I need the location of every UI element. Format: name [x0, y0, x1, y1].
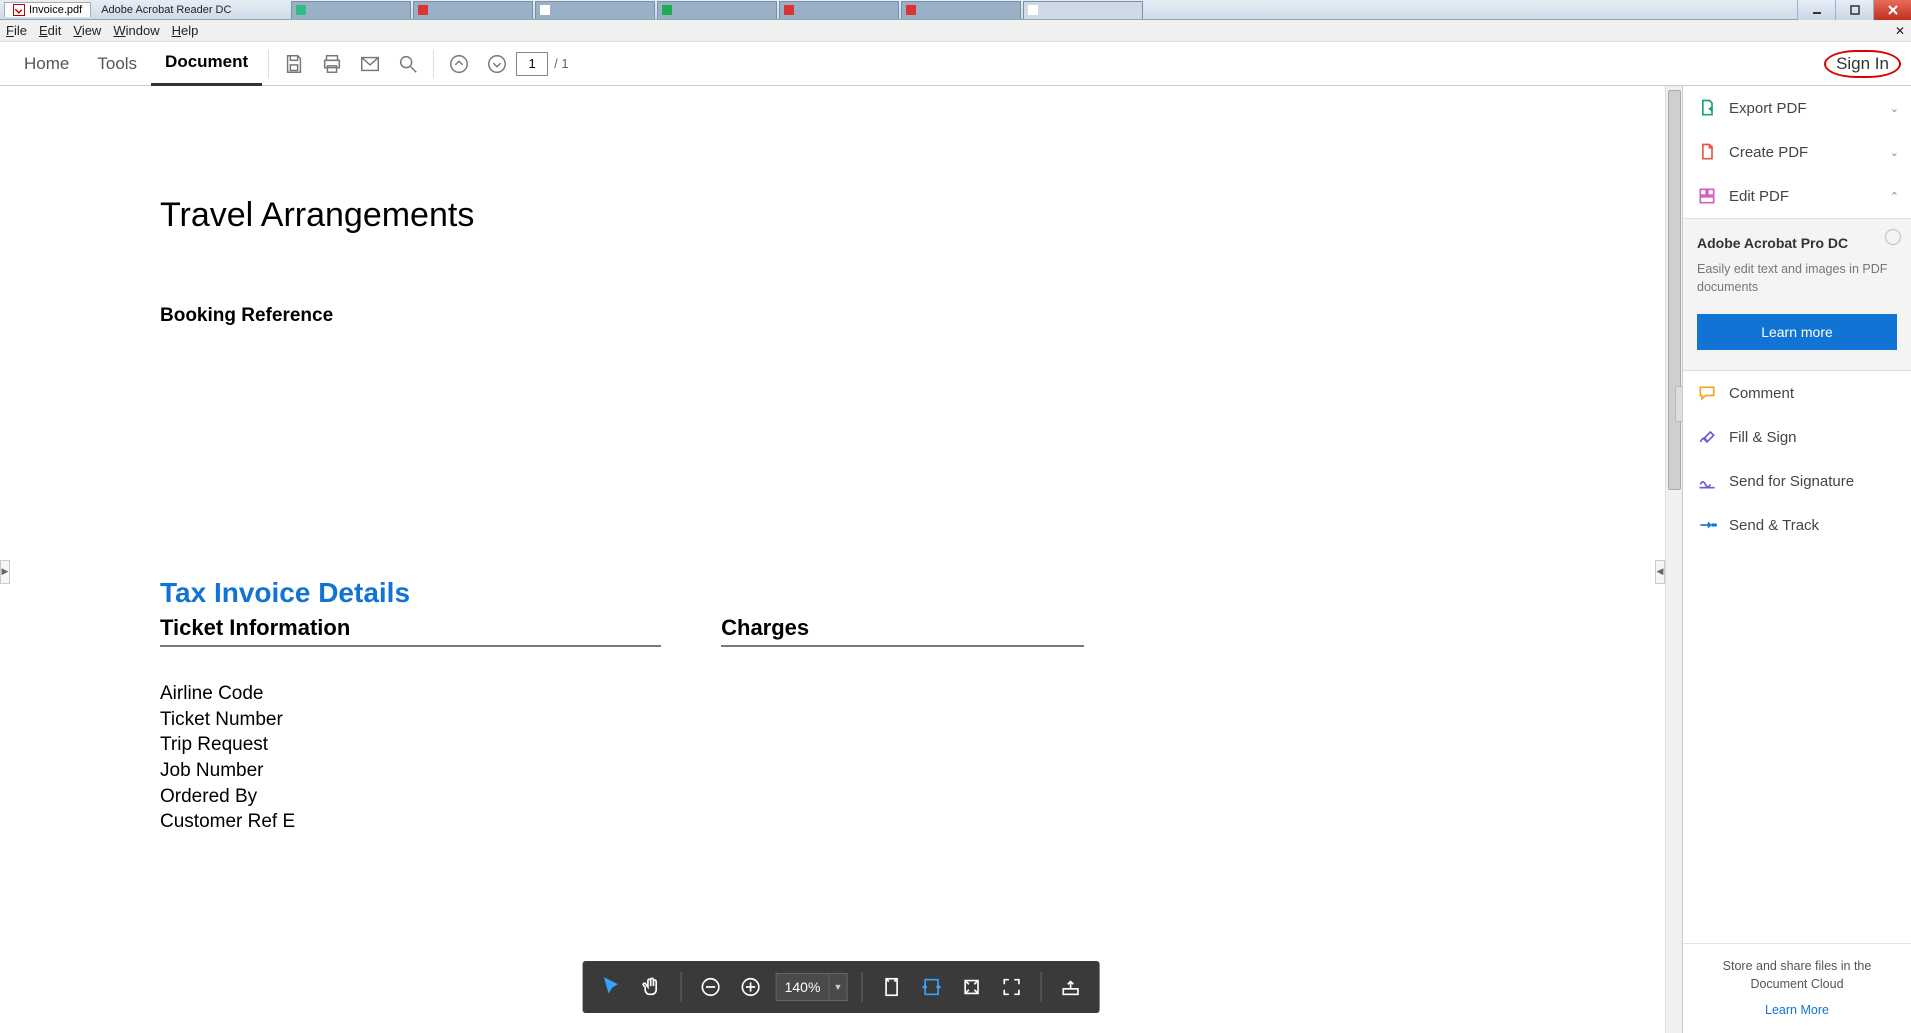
window-minimize-button[interactable]	[1797, 0, 1835, 20]
nav-tools[interactable]: Tools	[83, 42, 151, 86]
export-pdf-icon	[1697, 98, 1717, 118]
learn-more-button[interactable]: Learn more	[1697, 314, 1897, 350]
scrollbar-thumb[interactable]	[1668, 90, 1681, 490]
read-mode-icon[interactable]	[1055, 972, 1085, 1002]
field-label: Job Number	[160, 758, 661, 784]
menu-window[interactable]: Window	[113, 23, 159, 38]
chevron-up-icon: ⌃	[1890, 190, 1899, 203]
booking-reference-label: Booking Reference	[160, 305, 1084, 327]
menu-file[interactable]: File	[6, 23, 27, 38]
doc-heading: Travel Arrangements	[160, 196, 1084, 235]
page-up-icon[interactable]	[446, 51, 472, 77]
tool-label: Send & Track	[1729, 517, 1819, 534]
store-text: Store and share files in the Document Cl…	[1701, 958, 1893, 993]
send-signature-icon	[1697, 471, 1717, 491]
ticket-info-header: Ticket Information	[160, 615, 661, 647]
tools-side-panel: Export PDF ⌄ Create PDF ⌄ Edit PDF ⌃ Ado…	[1683, 86, 1911, 1033]
menu-view[interactable]: View	[73, 23, 101, 38]
field-label: Customer Ref E	[160, 809, 661, 835]
fill-sign-tool[interactable]: Fill & Sign	[1683, 415, 1911, 459]
floating-view-toolbar: 140% ▼	[583, 961, 1100, 1013]
edit-pdf-icon	[1697, 186, 1717, 206]
tool-label: Create PDF	[1729, 144, 1808, 161]
comment-tool[interactable]: Comment	[1683, 371, 1911, 415]
tool-label: Export PDF	[1729, 100, 1807, 117]
pdf-icon	[13, 4, 25, 16]
expand-right-panel-icon[interactable]: ◀	[1655, 560, 1665, 584]
main-toolbar: Home Tools Document / 1 Sign In	[0, 42, 1911, 86]
document-name: Invoice.pdf	[29, 4, 82, 16]
email-icon[interactable]	[357, 51, 383, 77]
promo-text: Easily edit text and images in PDF docum…	[1697, 261, 1897, 296]
window-close-button[interactable]	[1873, 0, 1911, 20]
search-icon[interactable]	[395, 51, 421, 77]
create-pdf-tool[interactable]: Create PDF ⌄	[1683, 130, 1911, 174]
field-label: Ticket Number	[160, 707, 661, 733]
comment-icon	[1697, 383, 1717, 403]
background-browser-tabs	[291, 1, 1143, 19]
print-icon[interactable]	[319, 51, 345, 77]
zoom-level-display[interactable]: 140%	[776, 973, 830, 1001]
zoom-dropdown-icon[interactable]: ▼	[829, 973, 847, 1001]
fit-page-icon[interactable]	[876, 972, 906, 1002]
document-viewport: ▶ ◀ Travel Arrangements Booking Referenc…	[0, 86, 1683, 1033]
fill-sign-icon	[1697, 427, 1717, 447]
page-down-icon[interactable]	[484, 51, 510, 77]
nav-document[interactable]: Document	[151, 42, 262, 86]
field-label: Ordered By	[160, 784, 661, 810]
tax-invoice-heading: Tax Invoice Details	[160, 577, 1084, 609]
hand-tool-icon[interactable]	[637, 972, 667, 1002]
page-total-label: / 1	[554, 56, 568, 71]
menu-help[interactable]: Help	[172, 23, 199, 38]
pdf-page: Travel Arrangements Booking Reference Ta…	[0, 86, 1244, 895]
edit-pdf-tool[interactable]: Edit PDF ⌃	[1683, 174, 1911, 218]
fit-width-icon[interactable]	[916, 972, 946, 1002]
send-track-tool[interactable]: Send & Track	[1683, 503, 1911, 547]
zoom-in-icon[interactable]	[736, 972, 766, 1002]
menu-edit[interactable]: Edit	[39, 23, 61, 38]
tool-label: Edit PDF	[1729, 188, 1789, 205]
globe-icon	[1885, 229, 1901, 245]
create-pdf-icon	[1697, 142, 1717, 162]
chevron-down-icon: ⌄	[1890, 146, 1899, 159]
document-cloud-promo: Store and share files in the Document Cl…	[1683, 943, 1911, 1033]
tool-label: Send for Signature	[1729, 473, 1854, 490]
vertical-scrollbar[interactable]	[1665, 86, 1682, 1033]
menu-bar: File Edit View Window Help ✕	[0, 20, 1911, 42]
scrollbar-grip[interactable]	[1675, 386, 1683, 422]
nav-home[interactable]: Home	[10, 42, 83, 86]
fit-visible-icon[interactable]	[956, 972, 986, 1002]
charges-header: Charges	[721, 615, 1084, 647]
document-tab[interactable]: Invoice.pdf	[4, 2, 91, 17]
edit-pdf-promo: Adobe Acrobat Pro DC Easily edit text an…	[1683, 218, 1911, 371]
ticket-fields: Airline Code Ticket Number Trip Request …	[160, 681, 661, 835]
zoom-out-icon[interactable]	[696, 972, 726, 1002]
send-signature-tool[interactable]: Send for Signature	[1683, 459, 1911, 503]
fullscreen-icon[interactable]	[996, 972, 1026, 1002]
field-label: Trip Request	[160, 732, 661, 758]
save-icon[interactable]	[281, 51, 307, 77]
field-label: Airline Code	[160, 681, 661, 707]
app-title: Adobe Acrobat Reader DC	[101, 4, 231, 16]
send-track-icon	[1697, 515, 1717, 535]
store-learn-more-link[interactable]: Learn More	[1765, 1003, 1829, 1017]
window-maximize-button[interactable]	[1835, 0, 1873, 20]
close-tab-icon[interactable]: ✕	[1895, 24, 1905, 38]
expand-left-panel-icon[interactable]: ▶	[0, 560, 10, 584]
sign-in-button[interactable]: Sign In	[1824, 50, 1901, 78]
tool-label: Comment	[1729, 385, 1794, 402]
page-number-input[interactable]	[516, 52, 548, 76]
export-pdf-tool[interactable]: Export PDF ⌄	[1683, 86, 1911, 130]
tool-label: Fill & Sign	[1729, 429, 1797, 446]
chevron-down-icon: ⌄	[1890, 102, 1899, 115]
selection-tool-icon[interactable]	[597, 972, 627, 1002]
promo-title: Adobe Acrobat Pro DC	[1697, 235, 1897, 251]
window-titlebar: Invoice.pdf Adobe Acrobat Reader DC	[0, 0, 1911, 20]
